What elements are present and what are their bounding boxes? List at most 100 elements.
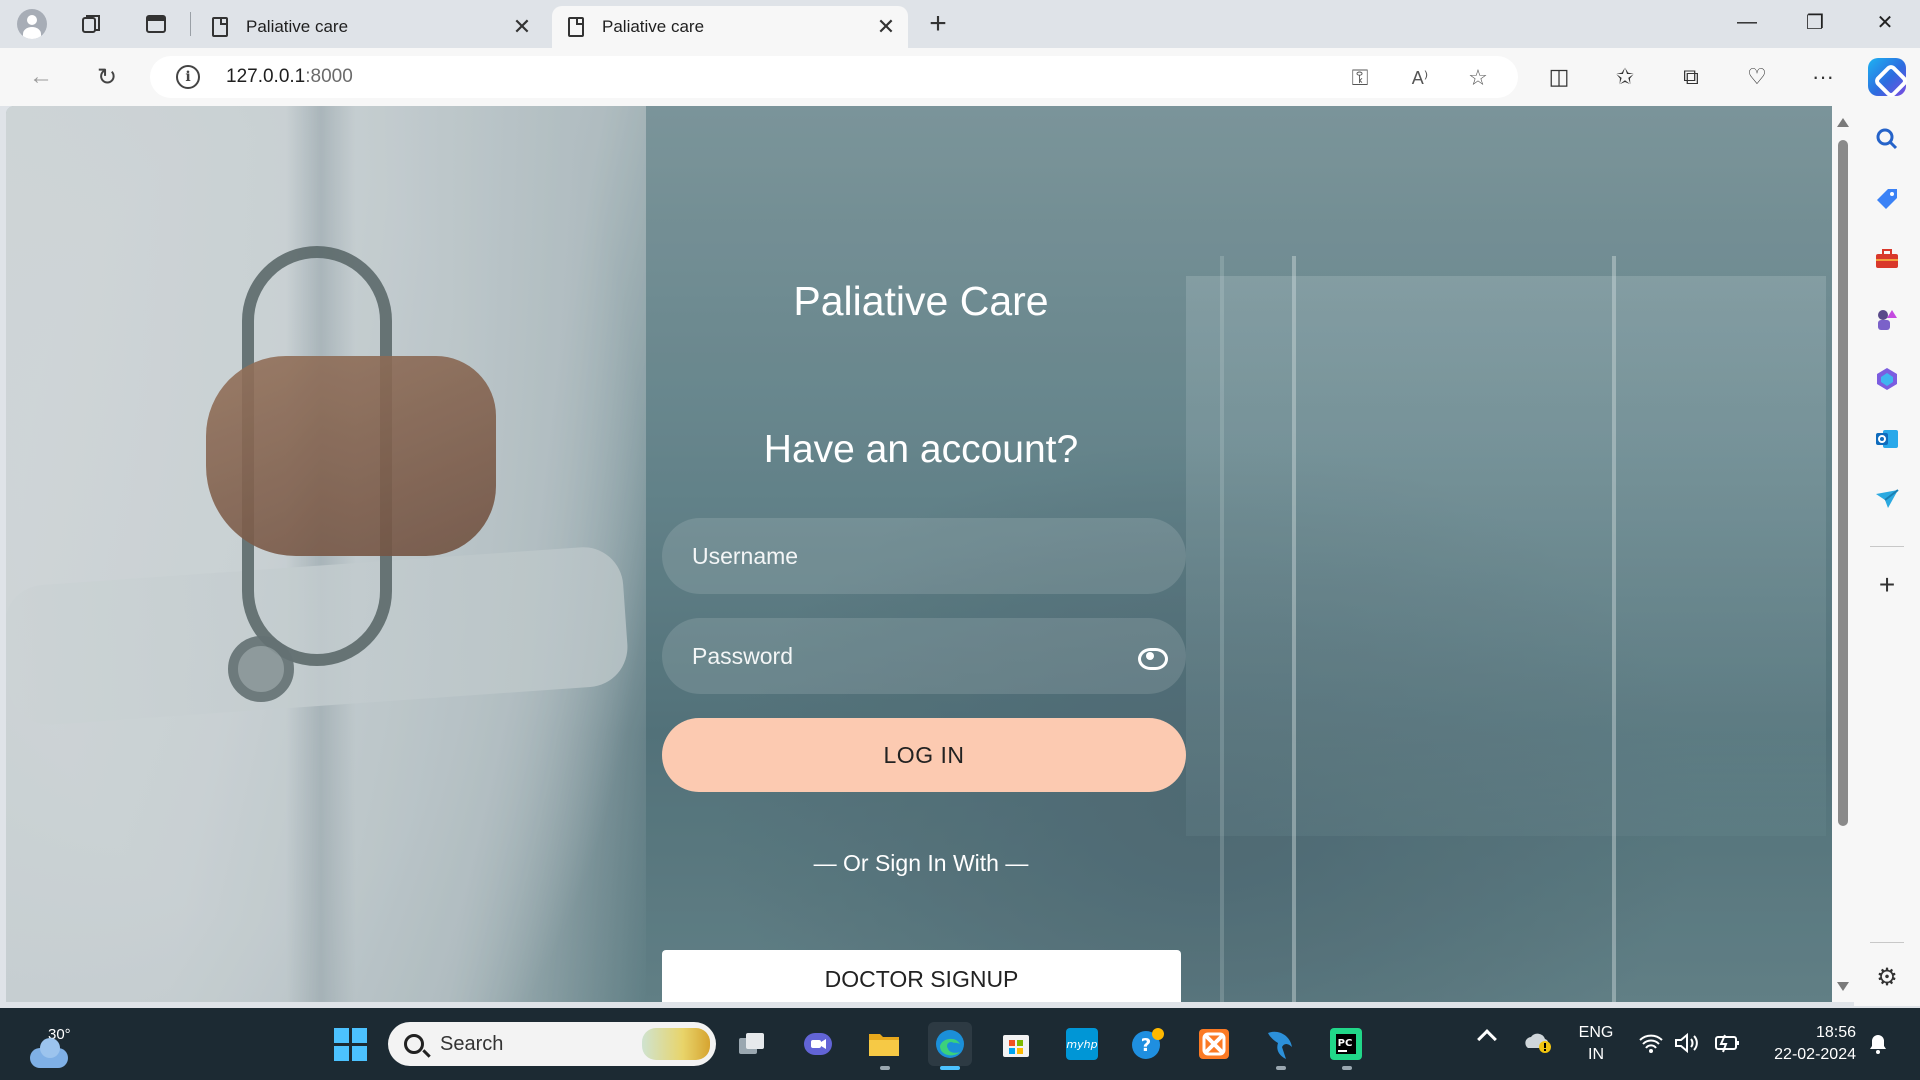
sidebar-divider	[1870, 942, 1904, 943]
input-language-indicator[interactable]: ENG IN	[1568, 1022, 1624, 1066]
copilot-icon[interactable]	[1868, 58, 1906, 96]
sidebar-tools-briefcase-icon[interactable]	[1872, 244, 1902, 274]
taskbar-edge-icon[interactable]	[928, 1022, 972, 1070]
svg-text:?: ?	[1141, 1035, 1151, 1056]
scroll-up-arrow-icon[interactable]	[1837, 118, 1849, 127]
svg-text:PC: PC	[1338, 1038, 1353, 1049]
taskbar-running-indicator	[1342, 1066, 1352, 1070]
browser-tab-strip: Paliative care ✕ Paliative care ✕ + — ❐ …	[0, 0, 1920, 48]
notification-bell-icon[interactable]	[1866, 1032, 1890, 1062]
password-field[interactable]	[662, 618, 1186, 694]
svg-text:myhp: myhp	[1066, 1038, 1097, 1051]
tab-title: Paliative care	[602, 17, 705, 36]
page-viewport: Paliative Care Have an account? LOG IN —…	[6, 106, 1832, 1002]
clock-time: 18:56	[1815, 1024, 1856, 1041]
tab-paliative-care-2-active[interactable]: Paliative care ✕	[552, 6, 908, 48]
search-highlight-art-icon	[642, 1028, 710, 1060]
close-tab-icon[interactable]: ✕	[506, 11, 538, 43]
start-button[interactable]	[328, 1022, 372, 1066]
password-input[interactable]	[692, 642, 1112, 670]
taskbar-file-explorer-icon[interactable]	[862, 1022, 906, 1070]
url-host: 127.0.0.1	[226, 66, 306, 87]
taskbar-task-view-icon[interactable]	[730, 1022, 774, 1066]
collections-icon[interactable]: ⧉	[1672, 58, 1710, 96]
sidebar-settings-gear-icon[interactable]: ⚙	[1872, 962, 1902, 992]
minimize-window-icon[interactable]: —	[1714, 0, 1780, 44]
tab-title: Paliative care	[246, 17, 349, 36]
taskbar-search-box[interactable]: Search	[388, 1022, 716, 1066]
taskbar-search-label: Search	[440, 1032, 504, 1055]
show-password-eye-icon[interactable]	[1138, 646, 1168, 670]
wifi-icon[interactable]	[1638, 1032, 1664, 1060]
sidebar-add-plus-icon[interactable]: +	[1872, 569, 1902, 600]
edge-sidebar: + ⚙	[1854, 106, 1920, 1006]
sidebar-microsoft365-icon[interactable]	[1872, 364, 1902, 394]
sidebar-shopping-tag-icon[interactable]	[1872, 184, 1902, 214]
taskbar-microsoft-store-icon[interactable]	[994, 1022, 1038, 1066]
username-field[interactable]	[662, 518, 1186, 594]
read-aloud-icon[interactable]: A⁾	[1404, 62, 1436, 94]
taskbar-running-indicator	[880, 1066, 890, 1070]
search-icon	[404, 1034, 424, 1054]
back-arrow-icon[interactable]: ←	[22, 58, 60, 96]
or-sign-in-with-label: — Or Sign In With —	[813, 850, 1029, 876]
restore-window-icon[interactable]: ❐	[1782, 0, 1848, 44]
taskbar-xampp-icon[interactable]	[1192, 1022, 1236, 1066]
reload-icon[interactable]: ↻	[88, 58, 126, 96]
sidebar-outlook-icon[interactable]	[1872, 424, 1902, 454]
volume-speaker-icon[interactable]	[1674, 1032, 1700, 1060]
address-url[interactable]: 127.0.0.1:8000	[226, 66, 353, 88]
taskbar-running-indicator	[1276, 1066, 1286, 1070]
taskbar-get-help-icon[interactable]: ?	[1126, 1022, 1170, 1066]
new-tab-plus-icon[interactable]: +	[920, 6, 956, 42]
clock-date: 22-02-2024	[1774, 1046, 1856, 1063]
language-region: IN	[1588, 1046, 1604, 1063]
url-port: :8000	[305, 66, 353, 87]
tab-paliative-care-1[interactable]: Paliative care ✕	[196, 6, 544, 48]
windows-taskbar: 30° Search myhp ? PC ENG IN 18:56 22-02-…	[0, 1008, 1920, 1080]
key-icon[interactable]: ⚿	[1344, 62, 1376, 94]
battery-charging-icon[interactable]	[1712, 1032, 1740, 1060]
close-window-icon[interactable]: ✕	[1852, 0, 1918, 44]
windows-logo-icon	[333, 1027, 367, 1061]
more-menu-icon[interactable]: ···	[1804, 58, 1842, 96]
sidebar-search-icon[interactable]	[1872, 124, 1902, 154]
taskbar-active-indicator	[940, 1066, 960, 1070]
address-bar[interactable]: i 127.0.0.1:8000 ⚿ A⁾ ☆	[150, 56, 1518, 98]
form-heading: Have an account?	[763, 428, 1079, 471]
page-icon	[212, 17, 228, 37]
close-tab-icon[interactable]: ✕	[870, 11, 902, 43]
login-form: Paliative Care Have an account? LOG IN —…	[656, 106, 1186, 1002]
scrollbar-thumb[interactable]	[1838, 140, 1848, 826]
login-button[interactable]: LOG IN	[662, 718, 1186, 792]
onedrive-warning-icon[interactable]	[1524, 1030, 1554, 1060]
favorite-star-icon[interactable]: ☆	[1462, 62, 1494, 94]
sidebar-drop-send-icon[interactable]	[1872, 484, 1902, 514]
language-code: ENG	[1578, 1024, 1614, 1041]
split-screen-icon[interactable]: ◫	[1540, 58, 1578, 96]
username-input[interactable]	[692, 542, 1112, 570]
tab-actions-icon	[146, 15, 166, 33]
scroll-down-arrow-icon[interactable]	[1837, 982, 1849, 991]
profile-avatar-icon	[17, 9, 47, 39]
sidebar-divider	[1870, 546, 1904, 547]
workspaces-icon	[82, 15, 100, 33]
taskbar-pycharm-icon[interactable]: PC	[1324, 1022, 1368, 1070]
taskbar-teams-meet-icon[interactable]	[796, 1022, 840, 1066]
site-info-icon[interactable]: i	[176, 65, 200, 89]
taskbar-clock[interactable]: 18:56 22-02-2024	[1752, 1022, 1856, 1066]
browser-toolbar: ← ↻ i 127.0.0.1:8000 ⚿ A⁾ ☆ ◫ ✩ ⧉ ♡ ···	[0, 48, 1920, 106]
browser-essentials-icon[interactable]: ♡	[1738, 58, 1776, 96]
show-hidden-icons-chevron-icon[interactable]	[1477, 1029, 1497, 1049]
weather-widget[interactable]: 30°	[28, 1022, 78, 1068]
taskbar-mysql-workbench-icon[interactable]	[1258, 1022, 1302, 1070]
taskbar-myhp-icon[interactable]: myhp	[1060, 1022, 1104, 1066]
tab-separator	[190, 12, 191, 36]
page-scrollbar[interactable]	[1832, 106, 1854, 1002]
sidebar-games-icon[interactable]	[1872, 304, 1902, 334]
profile-button[interactable]	[14, 6, 50, 42]
workspaces-button[interactable]	[74, 6, 110, 42]
favorites-list-icon[interactable]: ✩	[1606, 58, 1644, 96]
tab-actions-button[interactable]	[138, 6, 174, 42]
doctor-signup-button[interactable]: DOCTOR SIGNUP	[662, 950, 1181, 1002]
